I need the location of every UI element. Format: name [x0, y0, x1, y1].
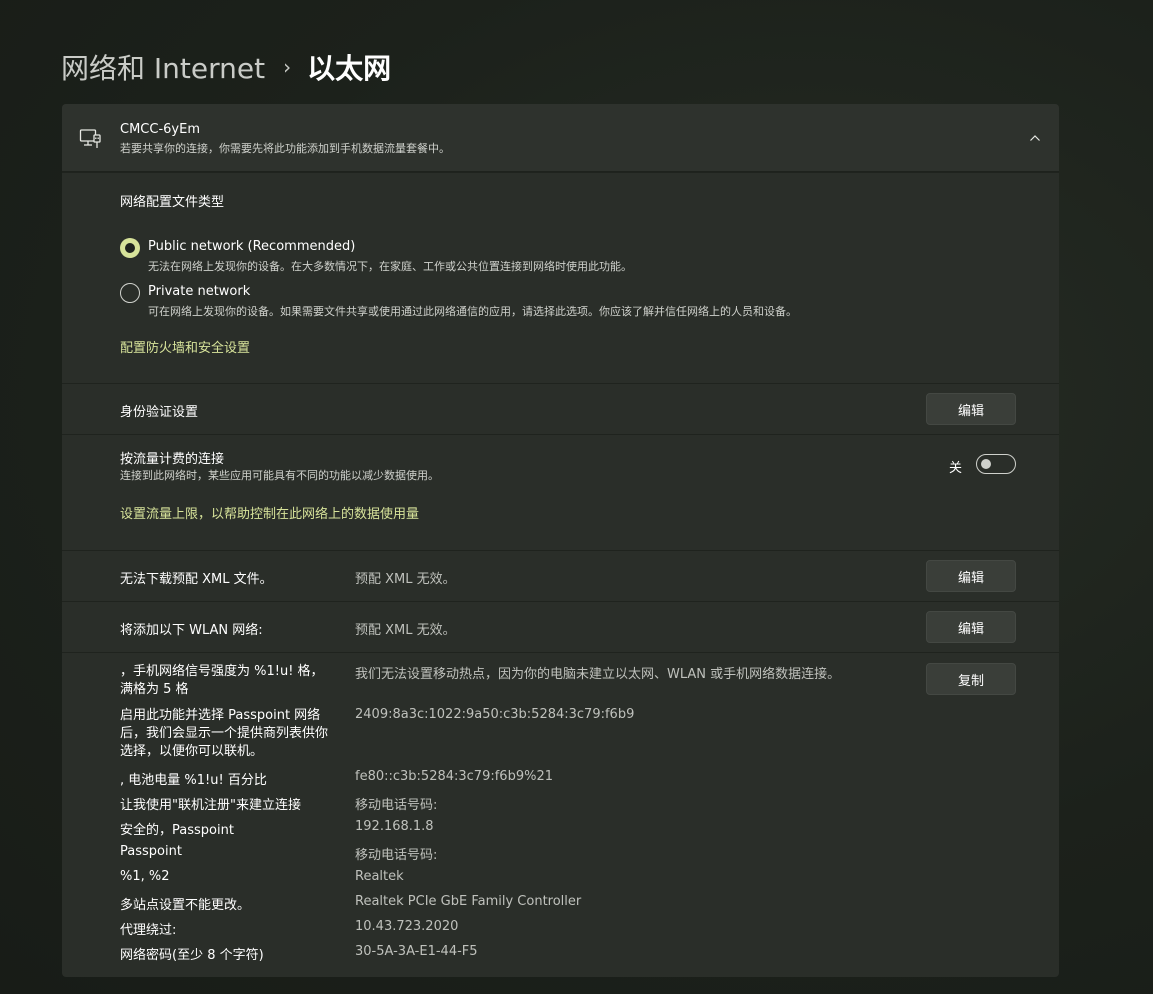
property-label: , 电池电量 %1!u! 百分比 [120, 773, 267, 788]
public-network-label[interactable]: Public network (Recommended) [148, 239, 355, 254]
page-title: 以太网 [307, 52, 392, 85]
property-value: 30-5A-3A-E1-44-F5 [355, 944, 478, 959]
wlan-edit-button[interactable]: 编辑 [926, 611, 1016, 643]
auth-settings-label: 身份验证设置 [120, 405, 199, 420]
property-label: 多站点设置不能更改。 [120, 898, 251, 913]
property-label: ，手机网络信号强度为 %1!u! 格，满格为 5 格 [120, 664, 324, 697]
metered-connection-toggle[interactable] [976, 454, 1016, 474]
property-value: 我们无法设置移动热点，因为你的电脑未建立以太网、WLAN 或手机网络数据连接。 [355, 667, 841, 682]
property-label: 让我使用"联机注册"来建立连接 [120, 798, 301, 813]
breadcrumb-parent-link[interactable]: 网络和 Internet [61, 47, 265, 87]
public-network-radio[interactable] [120, 238, 140, 258]
property-value: Realtek PCIe GbE Family Controller [355, 894, 582, 909]
network-description: 若要共享你的连接，你需要先将此功能添加到手机数据流量套餐中。 [120, 142, 450, 155]
public-network-description: 无法在网络上发现你的设备。在大多数情况下，在家庭、工作或公共位置连接到网络时使用… [148, 260, 632, 273]
xml-download-value: 预配 XML 无效。 [355, 572, 456, 587]
chevron-up-icon[interactable] [1027, 130, 1043, 146]
private-network-label[interactable]: Private network [148, 284, 250, 299]
wlan-add-value: 预配 XML 无效。 [355, 623, 456, 638]
metered-connection-section: 按流量计费的连接 连接到此网络时，某些应用可能具有不同的功能以减少数据使用。 关… [62, 434, 1059, 550]
toggle-knob [981, 459, 991, 469]
properties-section: ，手机网络信号强度为 %1!u! 格，满格为 5 格 我们无法设置移动热点，因为… [62, 652, 1059, 977]
metered-connection-description: 连接到此网络时，某些应用可能具有不同的功能以减少数据使用。 [120, 469, 439, 482]
metered-toggle-state: 关 [949, 461, 963, 476]
network-header[interactable]: CMCC-6yEm 若要共享你的连接，你需要先将此功能添加到手机数据流量套餐中。 [62, 104, 1059, 172]
xml-download-label: 无法下载预配 XML 文件。 [120, 572, 273, 587]
property-value: 192.168.1.8 [355, 819, 434, 834]
property-value: 移动电话号码: [355, 848, 438, 863]
xml-download-row: 无法下载预配 XML 文件。 预配 XML 无效。 编辑 [62, 550, 1059, 601]
property-value: 2409:8a3c:1022:9a50:c3b:5284:3c79:f6b9 [355, 707, 635, 722]
wlan-add-row: 将添加以下 WLAN 网络: 预配 XML 无效。 编辑 [62, 601, 1059, 652]
property-value: 10.43.723.2020 [355, 919, 459, 934]
profile-type-title: 网络配置文件类型 [120, 195, 225, 210]
property-value: 移动电话号码: [355, 798, 438, 813]
private-network-description: 可在网络上发现你的设备。如果需要文件共享或使用通过此网络通信的应用，请选择此选项… [148, 305, 797, 318]
property-label: 网络密码(至少 8 个字符) [120, 948, 264, 963]
property-value: Realtek [355, 869, 404, 884]
auth-settings-row: 身份验证设置 编辑 [62, 383, 1059, 434]
ethernet-settings-card: CMCC-6yEm 若要共享你的连接，你需要先将此功能添加到手机数据流量套餐中。… [62, 104, 1059, 977]
data-limit-link[interactable]: 设置流量上限，以帮助控制在此网络上的数据使用量 [120, 503, 419, 522]
firewall-settings-link[interactable]: 配置防火墙和安全设置 [120, 337, 250, 356]
ethernet-pc-icon [79, 129, 101, 148]
property-label: Passpoint [120, 844, 182, 859]
property-label: 启用此功能并选择 Passpoint 网络后，我们会显示一个提供商列表供你选择，… [120, 708, 329, 759]
auth-edit-button[interactable]: 编辑 [926, 393, 1016, 425]
metered-connection-label: 按流量计费的连接 [120, 452, 225, 467]
property-label: %1, %2 [120, 869, 170, 884]
network-name: CMCC-6yEm [120, 122, 200, 137]
xml-edit-button[interactable]: 编辑 [926, 560, 1016, 592]
breadcrumb-separator: › [283, 55, 292, 79]
property-label: 代理绕过: [120, 923, 177, 938]
wlan-add-label: 将添加以下 WLAN 网络: [120, 623, 263, 638]
breadcrumb: 网络和 Internet › 以太网 [61, 46, 391, 88]
profile-type-section: 网络配置文件类型 Public network (Recommended) 无法… [62, 172, 1059, 383]
copy-button[interactable]: 复制 [926, 663, 1016, 695]
property-label: 安全的，Passpoint [120, 823, 234, 838]
private-network-radio[interactable] [120, 283, 140, 303]
property-value: fe80::c3b:5284:3c79:f6b9%21 [355, 769, 553, 784]
